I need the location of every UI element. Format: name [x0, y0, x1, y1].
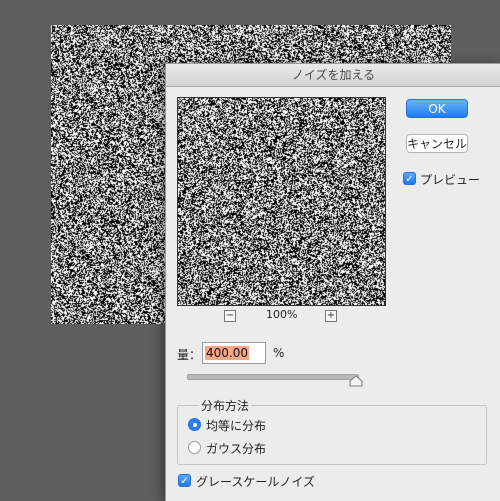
zoom-in-button[interactable]: +: [325, 310, 337, 322]
amount-label: 量：: [177, 348, 202, 362]
radio-uniform-label: 均等に分布: [206, 419, 267, 433]
radio-uniform[interactable]: [188, 418, 201, 431]
add-noise-dialog: ノイズを加える − 100% + OK キャンセル ✓ プレビュー 量： 400…: [165, 63, 500, 501]
preview-label: プレビュー: [420, 173, 481, 187]
preview-image: [178, 98, 385, 305]
zoom-out-button[interactable]: −: [224, 310, 236, 322]
amount-input[interactable]: 400.00: [202, 342, 266, 364]
check-icon: ✓: [180, 476, 189, 487]
ok-button[interactable]: OK: [406, 99, 468, 118]
zoom-level: 100%: [266, 308, 298, 321]
amount-value: 400.00: [205, 346, 249, 360]
preview-checkbox[interactable]: ✓: [403, 172, 416, 185]
radio-gaussian[interactable]: [188, 441, 201, 454]
check-icon: ✓: [405, 174, 414, 185]
dialog-title: ノイズを加える: [166, 64, 500, 87]
monochrome-label: グレースケールノイズ: [196, 475, 316, 489]
amount-unit: %: [273, 346, 285, 360]
amount-slider[interactable]: [187, 374, 359, 380]
radio-gaussian-label: ガウス分布: [206, 442, 267, 456]
distribution-title: 分布方法: [199, 397, 252, 414]
monochrome-checkbox[interactable]: ✓: [178, 474, 191, 487]
slider-thumb-icon: [349, 375, 363, 387]
preview-pane[interactable]: [177, 97, 386, 306]
cancel-button[interactable]: キャンセル: [406, 134, 468, 153]
